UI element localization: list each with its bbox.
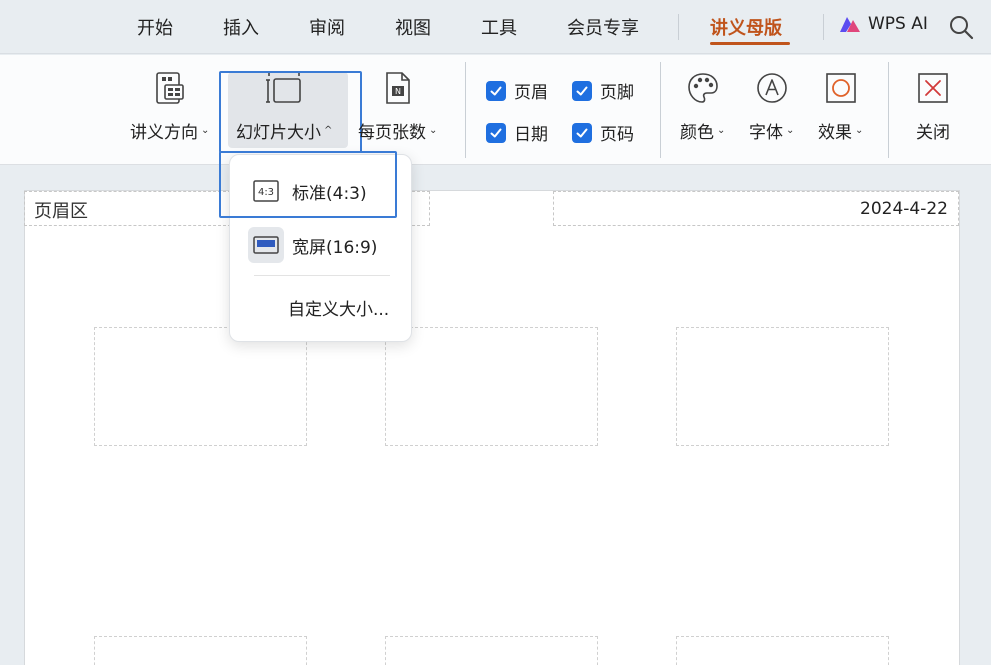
aspect-4-3-icon: 4:3: [248, 173, 284, 209]
chevron-down-icon: ⌄: [429, 125, 438, 136]
menu-item-widescreen-label: 宽屏(16:9): [292, 237, 378, 258]
tab-home[interactable]: 开始: [137, 14, 173, 40]
checkbox-checked-icon: [572, 122, 592, 143]
effects-label: 效果: [818, 123, 852, 143]
date-checkbox-label: 日期: [514, 125, 548, 145]
svg-text:4:3: 4:3: [258, 187, 274, 198]
slide-placeholder: [94, 327, 307, 446]
search-icon[interactable]: [948, 14, 974, 40]
footer-checkbox-label: 页脚: [600, 83, 634, 103]
wps-ai-logo-icon: [840, 17, 860, 32]
tab-handout-master[interactable]: 讲义母版: [710, 14, 782, 40]
close-master-button[interactable]: 关闭: [915, 70, 951, 143]
menu-item-standard[interactable]: 4:3 标准(4:3): [248, 173, 367, 209]
fonts-label: 字体: [749, 123, 783, 143]
slide-placeholder: [676, 327, 889, 446]
ribbon-divider: [465, 62, 466, 158]
tab-bar: 开始 插入 审阅 视图 工具 会员专享 讲义母版 WPS AI: [0, 0, 991, 54]
colors-label: 颜色: [680, 123, 714, 143]
date-placeholder[interactable]: 2024-4-22: [553, 191, 959, 226]
palette-icon: [685, 70, 721, 106]
colors-button[interactable]: 颜色 ⌄: [680, 70, 725, 143]
checkbox-checked-icon: [572, 80, 592, 101]
close-icon: [915, 70, 951, 106]
close-label: 关闭: [916, 123, 950, 143]
chevron-down-icon: ⌄: [201, 125, 210, 136]
chevron-down-icon: ⌄: [855, 125, 864, 136]
font-icon: [754, 70, 790, 106]
effects-icon: [823, 70, 859, 106]
per-page-label: 每页张数: [358, 123, 426, 143]
date-placeholder-text: 2024-4-22: [860, 199, 948, 219]
slide-placeholder: [94, 636, 307, 665]
ribbon-divider: [660, 62, 661, 158]
per-page-button[interactable]: N 每页张数 ⌄: [358, 70, 437, 143]
fonts-button[interactable]: 字体 ⌄: [749, 70, 794, 143]
effects-button[interactable]: 效果 ⌄: [818, 70, 863, 143]
menu-item-custom-size[interactable]: 自定义大小...: [288, 295, 389, 320]
svg-text:N: N: [395, 87, 401, 96]
per-page-icon: N: [380, 70, 416, 106]
checkbox-checked-icon: [486, 122, 506, 143]
chevron-down-icon: ⌄: [786, 125, 795, 136]
handout-orientation-button[interactable]: 讲义方向 ⌄: [130, 70, 209, 143]
slide-size-label: 幻灯片大小: [236, 123, 321, 143]
wps-ai-label: WPS AI: [868, 14, 928, 34]
header-placeholder-text: 页眉区: [34, 201, 88, 222]
slide-placeholder: [385, 636, 598, 665]
date-checkbox[interactable]: 日期: [486, 120, 548, 145]
header-checkbox-label: 页眉: [514, 83, 548, 103]
footer-checkbox[interactable]: 页脚: [572, 78, 634, 103]
menu-item-standard-label: 标准(4:3): [292, 183, 367, 204]
page-number-checkbox[interactable]: 页码: [572, 120, 634, 145]
tab-review[interactable]: 审阅: [309, 14, 345, 40]
header-checkbox[interactable]: 页眉: [486, 78, 548, 103]
page-number-checkbox-label: 页码: [600, 125, 634, 145]
tab-member[interactable]: 会员专享: [567, 14, 639, 40]
slide-size-button[interactable]: 幻灯片大小 ^: [236, 70, 332, 143]
tab-divider: [678, 14, 679, 40]
tab-insert[interactable]: 插入: [223, 14, 259, 40]
slide-placeholder: [676, 636, 889, 665]
handout-orientation-icon: [152, 70, 188, 106]
tab-view[interactable]: 视图: [395, 14, 431, 40]
slide-placeholder: [385, 327, 598, 446]
tab-tools[interactable]: 工具: [481, 14, 517, 40]
chevron-up-icon: ^: [324, 125, 333, 136]
menu-item-widescreen[interactable]: 宽屏(16:9): [248, 227, 377, 263]
tab-divider: [823, 14, 824, 40]
aspect-16-9-icon: [248, 227, 284, 263]
handout-orientation-label: 讲义方向: [130, 123, 198, 143]
slide-size-icon: [266, 70, 302, 106]
menu-divider: [254, 275, 390, 276]
ribbon-divider: [888, 62, 889, 158]
active-tab-indicator: [710, 42, 790, 45]
menu-item-custom-size-label: 自定义大小...: [288, 300, 390, 320]
wps-ai-button[interactable]: WPS AI: [838, 14, 928, 34]
slide-size-dropdown: 4:3 标准(4:3) 宽屏(16:9) 自定义大小...: [229, 154, 412, 342]
chevron-down-icon: ⌄: [717, 125, 726, 136]
checkbox-checked-icon: [486, 80, 506, 101]
